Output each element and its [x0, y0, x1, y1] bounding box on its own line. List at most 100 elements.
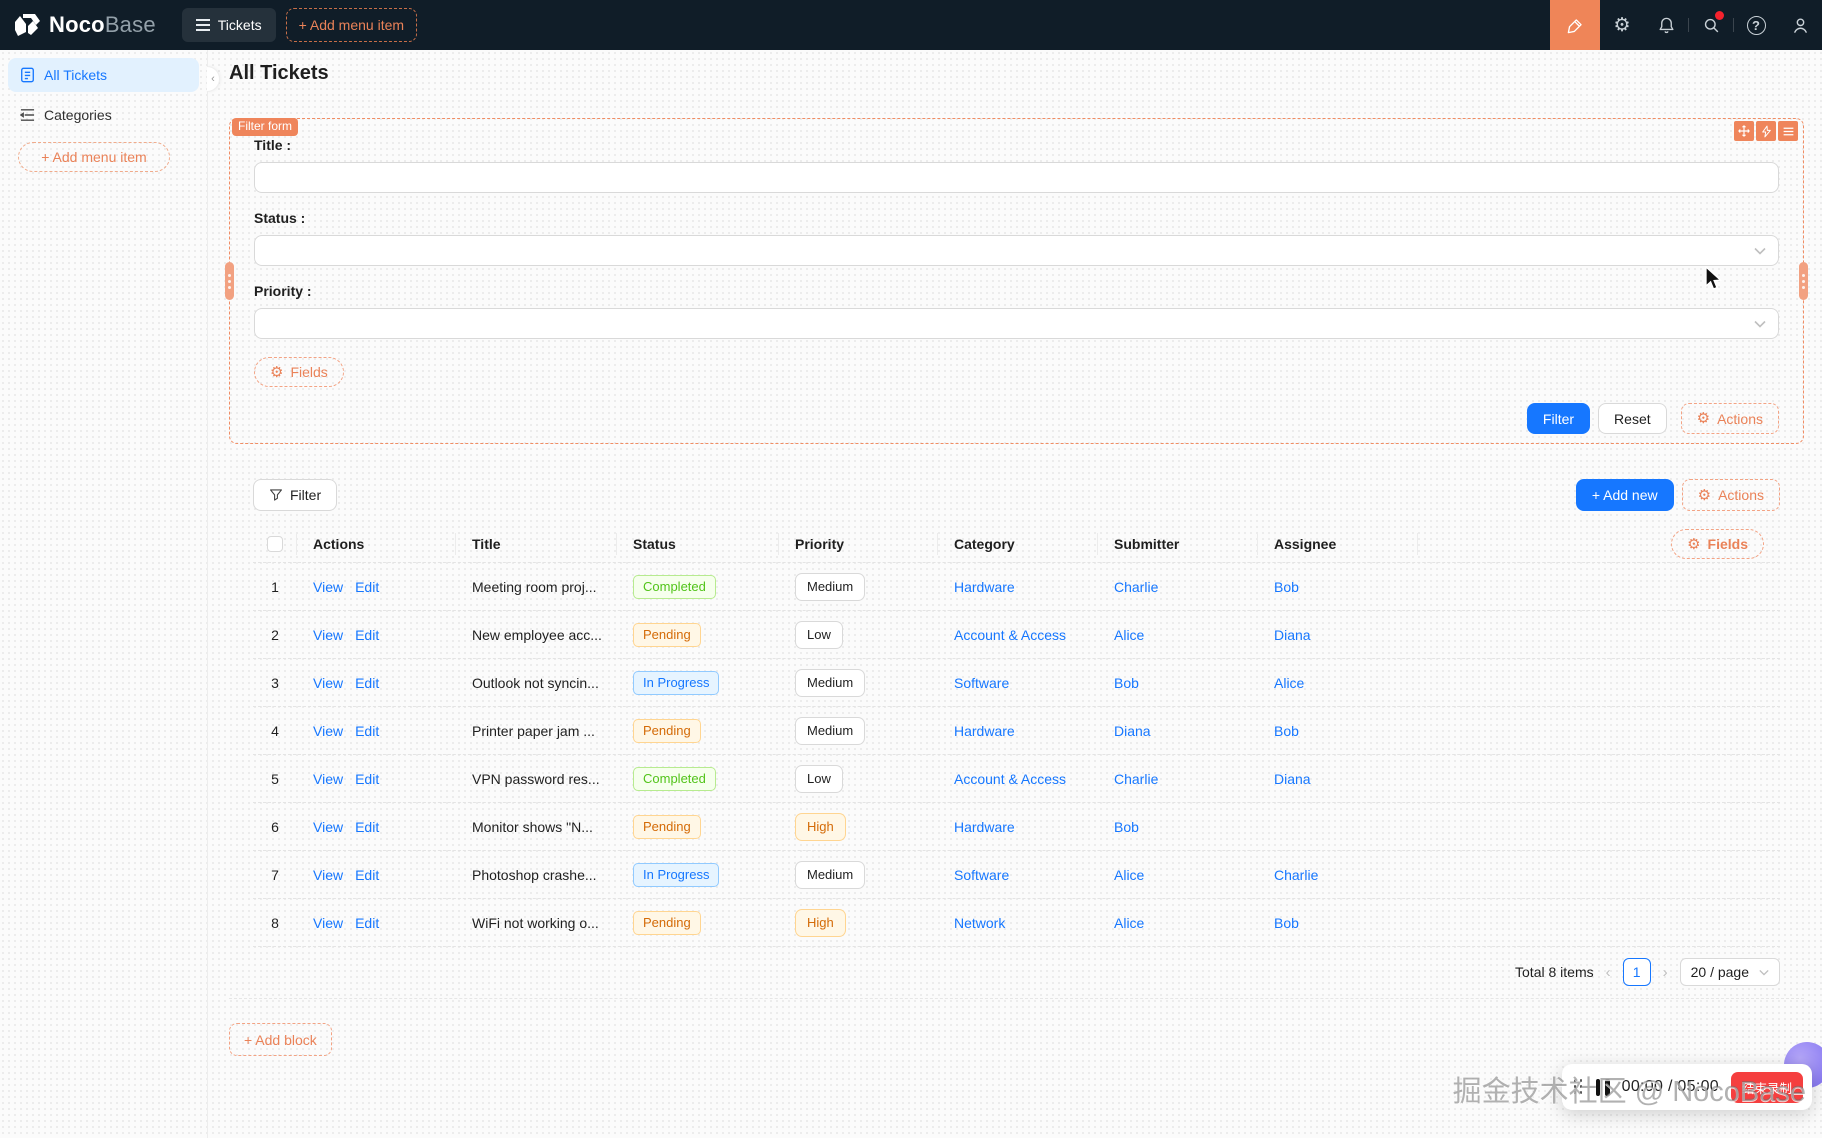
page-size-select[interactable]: 20 / page	[1679, 958, 1780, 986]
notifications-button[interactable]	[1644, 0, 1688, 50]
view-link[interactable]: View	[313, 867, 343, 883]
reset-button[interactable]: Reset	[1598, 403, 1667, 434]
gear-icon: ⚙	[1696, 409, 1711, 427]
gear-icon: ⚙	[1613, 13, 1631, 36]
category-link[interactable]: Software	[954, 675, 1009, 691]
row-status-cell: In Progress	[617, 862, 779, 887]
add-menu-item-button-sidebar[interactable]: + Add menu item	[18, 142, 170, 172]
assignee-link[interactable]: Alice	[1274, 675, 1304, 691]
category-link[interactable]: Hardware	[954, 579, 1015, 595]
pagination-prev-button[interactable]: ‹	[1604, 964, 1613, 981]
row-assignee-cell: Bob	[1258, 915, 1418, 931]
recorder-drag-handle[interactable]	[1573, 1079, 1584, 1095]
edit-link[interactable]: Edit	[355, 819, 379, 835]
row-title-cell: Meeting room proj...	[472, 578, 597, 595]
view-link[interactable]: View	[313, 915, 343, 931]
row-priority-cell: Medium	[779, 716, 938, 745]
add-menu-item-button-top[interactable]: + Add menu item	[285, 8, 418, 42]
gear-icon: ⚙	[1697, 485, 1712, 504]
nocobase-logo-icon	[14, 13, 41, 37]
assignee-link[interactable]: Bob	[1274, 723, 1299, 739]
block-settings-menu-button[interactable]	[1778, 121, 1798, 141]
drag-block-button[interactable]	[1734, 121, 1754, 141]
configure-fields-button[interactable]: ⚙ Fields	[254, 357, 344, 387]
settings-button[interactable]: ⚙	[1600, 0, 1644, 50]
edit-link[interactable]: Edit	[355, 867, 379, 883]
status-select[interactable]	[254, 235, 1779, 266]
category-link[interactable]: Account & Access	[954, 627, 1066, 643]
table-row: 6 View Edit Monitor shows "N... Pending High H…	[253, 803, 1780, 851]
submitter-link[interactable]: Charlie	[1114, 771, 1158, 787]
add-new-button[interactable]: + Add new	[1575, 479, 1674, 511]
edit-link[interactable]: Edit	[355, 579, 379, 595]
row-actions-cell: View Edit	[297, 723, 456, 739]
block-resize-handle-left[interactable]	[225, 262, 234, 300]
row-category-cell: Hardware	[938, 819, 1098, 835]
view-link[interactable]: View	[313, 819, 343, 835]
pagination-page-1[interactable]: 1	[1622, 958, 1651, 986]
category-link[interactable]: Software	[954, 867, 1009, 883]
block-linkage-button[interactable]	[1756, 121, 1776, 141]
pause-icon[interactable]	[1595, 1078, 1610, 1096]
configure-columns-button[interactable]: ⚙ Fields	[1671, 529, 1764, 559]
row-title-cell: VPN password res...	[472, 770, 600, 787]
highlighter-pen-icon	[1566, 16, 1585, 35]
user-avatar-button[interactable]	[1778, 0, 1822, 50]
app-body: All Tickets Categories + Add menu item ‹…	[0, 50, 1822, 1138]
edit-link[interactable]: Edit	[355, 627, 379, 643]
pagination-next-button[interactable]: ›	[1661, 964, 1670, 981]
block-resize-handle-right[interactable]	[1799, 262, 1808, 300]
category-link[interactable]: Network	[954, 915, 1005, 931]
view-link[interactable]: View	[313, 579, 343, 595]
search-button[interactable]	[1689, 0, 1733, 50]
assignee-link[interactable]: Diana	[1274, 627, 1311, 643]
configure-actions-button[interactable]: ⚙ Actions	[1680, 403, 1779, 434]
submitter-link[interactable]: Alice	[1114, 867, 1144, 883]
stop-recording-button[interactable]: 结束录制	[1730, 1071, 1803, 1103]
assignee-link[interactable]: Diana	[1274, 771, 1311, 787]
view-link[interactable]: View	[313, 771, 343, 787]
title-input[interactable]	[254, 162, 1779, 193]
assignee-link[interactable]: Bob	[1274, 579, 1299, 595]
help-button[interactable]: ?	[1734, 0, 1778, 50]
priority-badge: Low	[795, 764, 843, 793]
sidebar-item-all-tickets[interactable]: All Tickets	[8, 58, 199, 92]
submitter-link[interactable]: Alice	[1114, 627, 1144, 643]
edit-link[interactable]: Edit	[355, 723, 379, 739]
view-link[interactable]: View	[313, 723, 343, 739]
row-category-cell: Software	[938, 867, 1098, 883]
view-link[interactable]: View	[313, 675, 343, 691]
status-badge: Pending	[633, 814, 701, 839]
nocobase-logo[interactable]: NocoBase	[0, 12, 170, 38]
table-filter-button[interactable]: Filter	[253, 479, 338, 511]
submitter-link[interactable]: Diana	[1114, 723, 1151, 739]
row-title-cell: Outlook not syncin...	[472, 674, 599, 691]
assignee-link[interactable]: Bob	[1274, 915, 1299, 931]
category-link[interactable]: Hardware	[954, 723, 1015, 739]
edit-link[interactable]: Edit	[355, 675, 379, 691]
table-block: Filter + Add new ⚙ Actions Actions Title	[229, 479, 1804, 999]
menu-tickets[interactable]: Tickets	[181, 8, 276, 42]
sidebar: All Tickets Categories + Add menu item ‹	[0, 50, 220, 1138]
row-title-cell: Monitor shows "N...	[472, 818, 593, 835]
view-link[interactable]: View	[313, 627, 343, 643]
category-link[interactable]: Hardware	[954, 819, 1015, 835]
submitter-link[interactable]: Bob	[1114, 819, 1139, 835]
screen-recorder-bar: 00:00 / 05:00 结束录制	[1561, 1064, 1812, 1110]
priority-select[interactable]	[254, 308, 1779, 339]
sidebar-item-categories[interactable]: Categories	[8, 98, 199, 132]
edit-link[interactable]: Edit	[355, 771, 379, 787]
filter-submit-button[interactable]: Filter	[1526, 403, 1591, 434]
configure-table-actions-button[interactable]: ⚙ Actions	[1681, 479, 1780, 511]
ui-editor-toggle-button[interactable]	[1550, 0, 1600, 50]
add-block-button[interactable]: + Add block	[229, 1023, 332, 1056]
row-actions-cell: View Edit	[297, 627, 456, 643]
submitter-link[interactable]: Bob	[1114, 675, 1139, 691]
submitter-link[interactable]: Charlie	[1114, 579, 1158, 595]
add-menu-item-label: + Add menu item	[298, 17, 405, 33]
edit-link[interactable]: Edit	[355, 915, 379, 931]
assignee-link[interactable]: Charlie	[1274, 867, 1318, 883]
submitter-link[interactable]: Alice	[1114, 915, 1144, 931]
select-all-checkbox[interactable]	[266, 536, 283, 552]
category-link[interactable]: Account & Access	[954, 771, 1066, 787]
